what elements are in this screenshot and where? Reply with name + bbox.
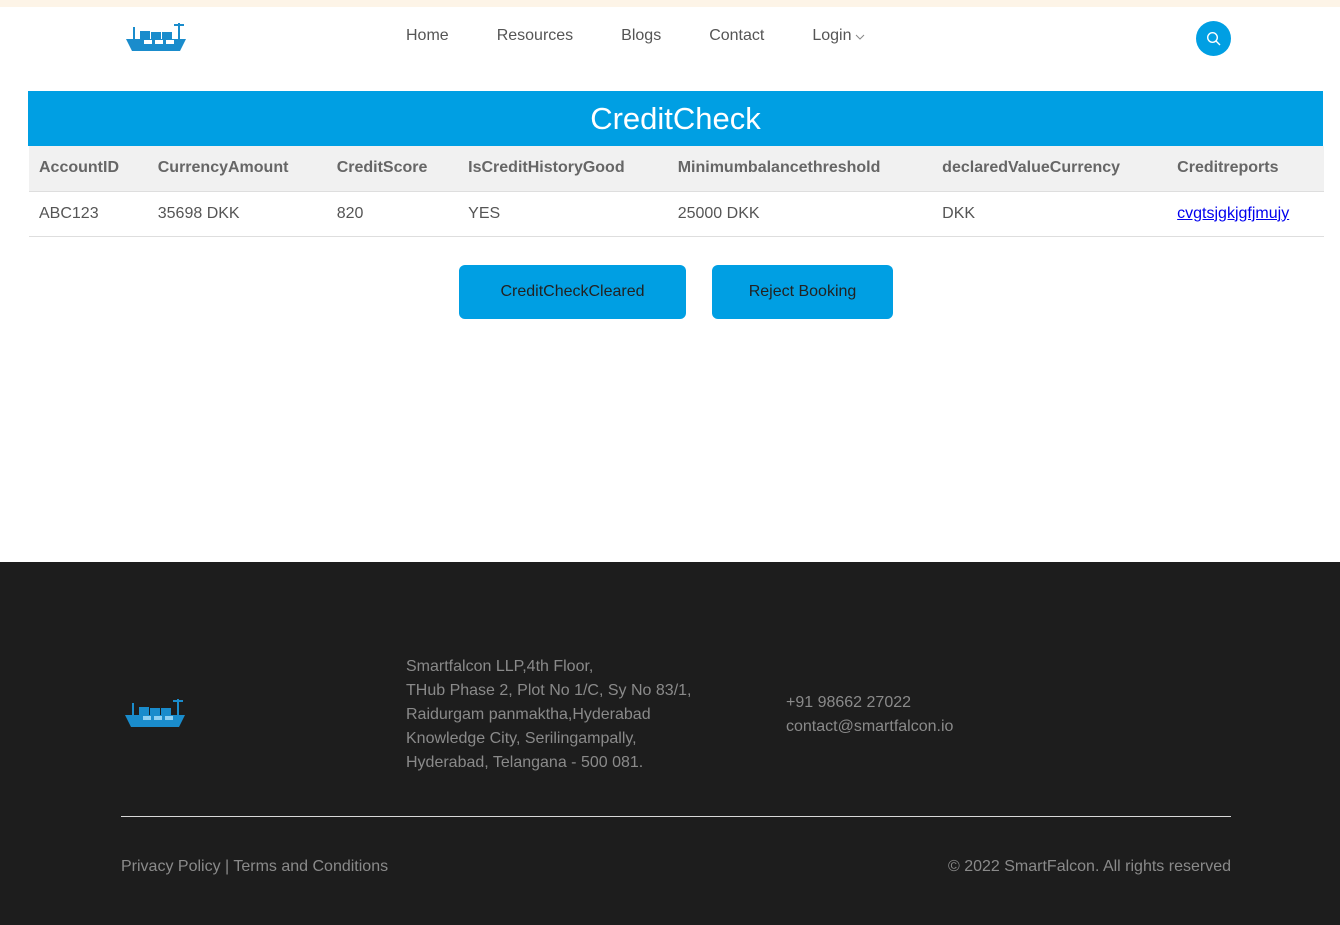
footer-divider <box>121 816 1231 817</box>
cell-currency-amount: 35698 DKK <box>147 191 327 237</box>
ship-logo-icon[interactable] <box>123 697 187 731</box>
footer-email[interactable]: contact@smartfalcon.io <box>786 715 953 739</box>
page-title: CreditCheck <box>590 100 761 136</box>
credit-check-cleared-button[interactable]: CreditCheckCleared <box>459 265 686 319</box>
nav-login-label: Login <box>812 27 852 44</box>
address-line: THub Phase 2, Plot No 1/C, Sy No 83/1, <box>406 682 692 699</box>
copyright-text: © 2022 SmartFalcon. All rights reserved <box>947 858 1231 875</box>
site-header: Home Resources Blogs Contact Login <box>0 7 1340 69</box>
main-nav: Home Resources Blogs Contact Login <box>406 27 865 45</box>
cell-min-balance: 25000 DKK <box>667 191 933 237</box>
footer-phone[interactable]: +91 98662 27022 <box>786 691 953 715</box>
nav-contact[interactable]: Contact <box>709 27 764 45</box>
search-icon <box>1206 31 1220 45</box>
cell-credit-score: 820 <box>326 191 459 237</box>
credit-report-link[interactable]: cvgtsjgkjgfjmujy <box>1177 205 1289 222</box>
column-header-account-id: AccountID <box>29 146 148 192</box>
cell-account-id: ABC123 <box>29 191 148 237</box>
footer-links: Privacy Policy | Terms and Conditions <box>121 858 388 876</box>
reject-booking-button[interactable]: Reject Booking <box>712 265 893 319</box>
nav-resources[interactable]: Resources <box>497 27 573 45</box>
address-line: Knowledge City, Serilingampally, <box>406 730 637 747</box>
footer-link-separator: | <box>225 858 230 875</box>
nav-blogs[interactable]: Blogs <box>621 27 661 45</box>
footer-address: Smartfalcon LLP,4th Floor, THub Phase 2,… <box>406 655 691 775</box>
search-button[interactable] <box>1196 21 1231 56</box>
site-footer: Smartfalcon LLP,4th Floor, THub Phase 2,… <box>0 562 1340 925</box>
column-header-declared-currency: declaredValueCurrency <box>932 146 1168 192</box>
chevron-down-icon <box>855 34 864 40</box>
column-header-credit-score: CreditScore <box>326 146 459 192</box>
address-line: Hyderabad, Telangana - 500 081. <box>406 754 644 771</box>
cell-credit-reports: cvgtsjgkjgfjmujy <box>1167 191 1324 237</box>
nav-home[interactable]: Home <box>406 27 449 45</box>
action-buttons: CreditCheckCleared Reject Booking <box>459 265 893 319</box>
column-header-min-balance: Minimumbalancethreshold <box>667 146 933 192</box>
page-title-bar: CreditCheck <box>28 91 1323 146</box>
terms-link[interactable]: Terms and Conditions <box>233 858 388 875</box>
address-line: Raidurgam panmaktha,Hyderabad <box>406 706 651 723</box>
footer-contact: +91 98662 27022 contact@smartfalcon.io <box>786 691 953 739</box>
ship-logo-icon[interactable] <box>124 21 188 55</box>
cell-credit-history: YES <box>458 191 668 237</box>
table-header-row: AccountID CurrencyAmount CreditScore IsC… <box>29 146 1324 192</box>
column-header-credit-history: IsCreditHistoryGood <box>458 146 668 192</box>
cell-declared-currency: DKK <box>932 191 1168 237</box>
column-header-credit-reports: Creditreports <box>1167 146 1324 192</box>
credit-check-table: AccountID CurrencyAmount CreditScore IsC… <box>29 146 1324 237</box>
column-header-currency-amount: CurrencyAmount <box>147 146 327 192</box>
top-strip <box>0 0 1340 7</box>
privacy-policy-link[interactable]: Privacy Policy <box>121 858 221 875</box>
address-line: Smartfalcon LLP,4th Floor, <box>406 658 594 675</box>
nav-login[interactable]: Login <box>812 27 864 45</box>
table-row: ABC123 35698 DKK 820 YES 25000 DKK DKK c… <box>29 191 1324 237</box>
